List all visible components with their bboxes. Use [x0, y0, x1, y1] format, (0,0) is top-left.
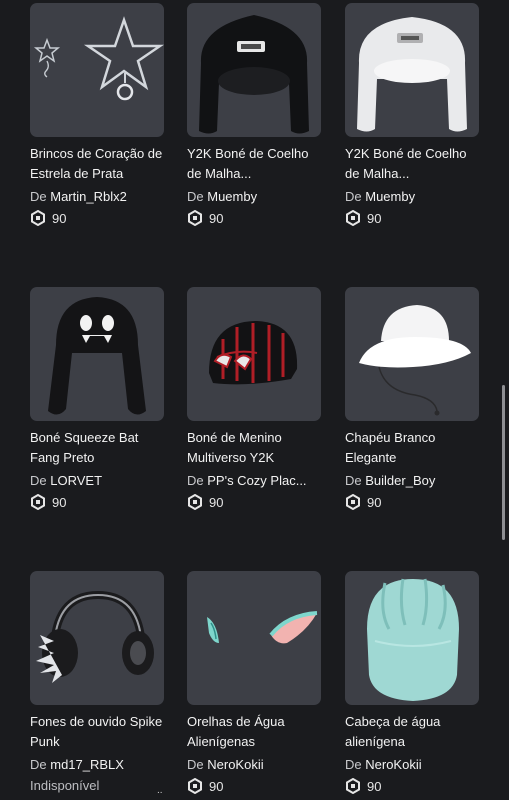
- catalog-item-card[interactable]: Brincos de Coração de Estrela de Prata D…: [30, 3, 170, 227]
- item-name: Y2K Boné de Coelho de Malha...: [345, 146, 467, 181]
- item-unavailable-status: Indisponível: [30, 778, 100, 793]
- catalog-grid: Brincos de Coração de Estrela de Prata D…: [0, 0, 509, 800]
- creator-name[interactable]: Martin_Rblx2: [50, 189, 127, 204]
- item-price: 90: [30, 209, 170, 227]
- item-creator[interactable]: De LORVET: [30, 472, 165, 490]
- creator-name[interactable]: NeroKokii: [207, 757, 263, 772]
- creator-name[interactable]: Muemby: [365, 189, 415, 204]
- item-thumbnail[interactable]: [345, 3, 479, 137]
- item-thumbnail[interactable]: [30, 571, 164, 705]
- item-name: Cabeça de água alienígena: [345, 714, 441, 749]
- item-name: Brincos de Coração de Estrela de Prata: [30, 146, 163, 181]
- black-bunny-knit-hat-icon: [199, 15, 309, 134]
- item-price: 90: [345, 493, 485, 511]
- creator-name[interactable]: Builder_Boy: [365, 473, 435, 488]
- creator-prefix: De: [345, 189, 362, 204]
- creator-prefix: De: [30, 473, 47, 488]
- item-thumbnail[interactable]: [345, 287, 479, 421]
- creator-name[interactable]: LORVET: [50, 473, 102, 488]
- item-name: Fones de ouvido Spike Punk: [30, 714, 163, 749]
- alien-head-icon: [367, 578, 459, 701]
- creator-name[interactable]: NeroKokii: [365, 757, 421, 772]
- vertical-scrollbar[interactable]: [502, 385, 505, 540]
- item-creator[interactable]: De md17_RBLX: [30, 756, 165, 774]
- creator-prefix: De: [345, 473, 362, 488]
- price-value: 90: [209, 778, 224, 794]
- robux-icon: [188, 778, 202, 794]
- item-thumbnail[interactable]: [187, 3, 321, 137]
- creator-prefix: De: [187, 757, 204, 772]
- item-creator[interactable]: De NeroKokii: [345, 756, 480, 774]
- item-creator[interactable]: De Martin_Rblx2: [30, 188, 165, 206]
- price-value: 90: [52, 210, 67, 226]
- item-price: 90: [187, 493, 327, 511]
- item-price: 90: [345, 777, 485, 795]
- price-value: 90: [209, 494, 224, 510]
- item-thumbnail[interactable]: [30, 287, 164, 421]
- robux-icon: [31, 494, 45, 510]
- creator-name[interactable]: md17_RBLX: [50, 757, 124, 772]
- catalog-item-card[interactable]: Cabeça de água alienígena De NeroKokii 9…: [345, 571, 485, 795]
- robux-icon: [31, 210, 45, 226]
- robux-icon: [188, 494, 202, 510]
- item-price: 90: [187, 209, 327, 227]
- creator-prefix: De: [30, 757, 47, 772]
- catalog-item-card[interactable]: Orelhas de Água Alienígenas De NeroKokii…: [187, 571, 327, 795]
- creator-prefix: De: [345, 757, 362, 772]
- item-thumbnail[interactable]: [187, 571, 321, 705]
- robux-icon: [346, 210, 360, 226]
- catalog-item-card[interactable]: Fones de ouvido Spike Punk De md17_RBLX …: [30, 571, 170, 795]
- item-name: Orelhas de Água Alienígenas: [187, 714, 285, 749]
- spike-headphones-icon: [36, 590, 154, 683]
- creator-prefix: De: [187, 473, 204, 488]
- bat-fang-hat-icon: [48, 297, 146, 415]
- item-price: 90: [345, 209, 485, 227]
- alien-ears-icon: [207, 611, 318, 644]
- item-creator[interactable]: De Muemby: [345, 188, 480, 206]
- item-thumbnail[interactable]: [345, 571, 479, 705]
- item-name: Chapéu Branco Elegante: [345, 430, 436, 465]
- loading-dots: ..: [157, 785, 163, 796]
- robux-icon: [346, 494, 360, 510]
- price-value: 90: [367, 494, 382, 510]
- item-name: Y2K Boné de Coelho de Malha...: [187, 146, 309, 181]
- white-bunny-knit-hat-icon: [357, 17, 467, 132]
- creator-name[interactable]: Muemby: [207, 189, 257, 204]
- creator-prefix: De: [187, 189, 204, 204]
- robux-icon: [346, 778, 360, 794]
- item-thumbnail[interactable]: [187, 287, 321, 421]
- creator-name[interactable]: PP's Cozy Plac...: [207, 473, 306, 488]
- catalog-item-card[interactable]: Y2K Boné de Coelho de Malha... De Muemby…: [187, 3, 327, 227]
- item-name: Boné de Menino Multiverso Y2K: [187, 430, 282, 465]
- price-value: 90: [367, 778, 382, 794]
- price-value: 90: [52, 494, 67, 510]
- catalog-item-card[interactable]: Boné de Menino Multiverso Y2K De PP's Co…: [187, 287, 327, 511]
- creator-prefix: De: [30, 189, 47, 204]
- item-creator[interactable]: De Builder_Boy: [345, 472, 480, 490]
- item-creator[interactable]: De PP's Cozy Plac...: [187, 472, 322, 490]
- robux-icon: [188, 210, 202, 226]
- spider-beanie-icon: [209, 321, 298, 385]
- catalog-item-card[interactable]: Chapéu Branco Elegante De Builder_Boy 90: [345, 287, 485, 511]
- catalog-item-card[interactable]: Y2K Boné de Coelho de Malha... De Muemby…: [345, 3, 485, 227]
- catalog-item-card[interactable]: Boné Squeeze Bat Fang Preto De LORVET 90: [30, 287, 170, 511]
- item-name: Boné Squeeze Bat Fang Preto: [30, 430, 139, 465]
- item-price: 90: [187, 777, 327, 795]
- item-creator[interactable]: De NeroKokii: [187, 756, 322, 774]
- price-value: 90: [367, 210, 382, 226]
- item-thumbnail[interactable]: [30, 3, 164, 137]
- item-creator[interactable]: De Muemby: [187, 188, 322, 206]
- white-bucket-hat-icon: [359, 305, 471, 416]
- price-value: 90: [209, 210, 224, 226]
- item-price: 90: [30, 493, 170, 511]
- star-earrings-icon: [33, 16, 164, 101]
